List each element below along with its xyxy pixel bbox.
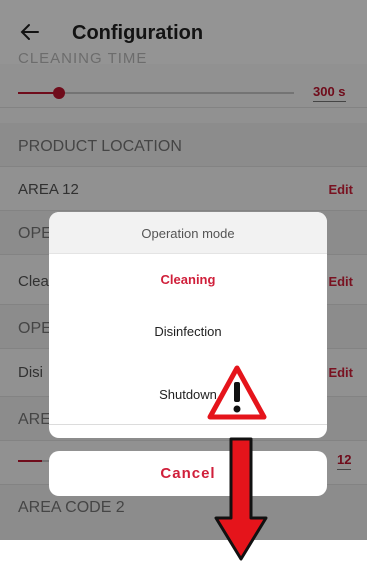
operation-mode-dialog: Operation mode Cleaning Disinfection Shu… [49, 212, 327, 438]
option-shutdown[interactable]: Shutdown [49, 387, 327, 402]
option-disinfection[interactable]: Disinfection [49, 324, 327, 339]
dialog-header: Operation mode [49, 212, 327, 254]
dialog-divider [49, 424, 327, 425]
dialog-title: Operation mode [141, 226, 235, 241]
cancel-button[interactable]: Cancel [49, 451, 327, 496]
arrow-down-icon [214, 437, 268, 561]
warning-icon [207, 365, 267, 420]
option-cleaning[interactable]: Cleaning [49, 272, 327, 287]
